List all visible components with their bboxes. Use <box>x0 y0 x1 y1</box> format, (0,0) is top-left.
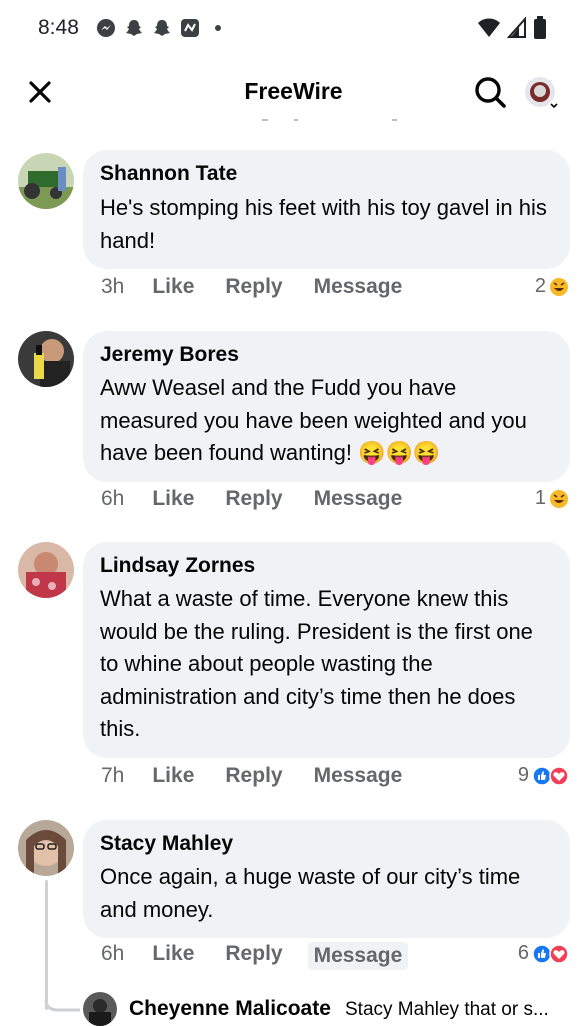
messenger-icon <box>97 19 115 37</box>
profile-avatar-icon[interactable] <box>522 74 560 112</box>
reply-button[interactable]: Reply <box>225 275 282 299</box>
reaction-count: 1 <box>534 487 546 509</box>
comment-bubble[interactable]: Stacy Mahley Once again, a huge waste of… <box>83 820 570 938</box>
like-button[interactable]: Like <box>152 942 194 970</box>
signal-icon <box>507 17 526 38</box>
status-bar: 8:48 <box>0 0 587 60</box>
reactions[interactable]: 6 <box>518 942 569 965</box>
like-button[interactable]: Like <box>152 275 194 299</box>
wifi-icon <box>478 18 500 37</box>
comment-actions: 6h Like Reply Message <box>101 942 439 970</box>
message-button[interactable]: Message <box>307 942 409 970</box>
battery-icon <box>534 16 546 39</box>
avatar[interactable] <box>18 331 74 387</box>
comment-actions: 7h Like Reply Message <box>101 764 433 788</box>
avatar[interactable] <box>18 153 74 209</box>
like-button[interactable]: Like <box>152 764 194 788</box>
reactions[interactable]: 2 <box>535 275 569 298</box>
message-button[interactable]: Message <box>314 487 403 511</box>
haha-reaction-icon <box>550 489 568 508</box>
message-button[interactable]: Message <box>314 275 403 299</box>
message-button[interactable]: Message <box>314 764 403 788</box>
comment-text: Aww Weasel and the Fudd you have measure… <box>100 375 527 465</box>
comment-time[interactable]: 6h <box>101 487 124 511</box>
snapchat-icon <box>126 20 142 36</box>
haha-reaction-icon <box>550 277 568 296</box>
header: FreeWire <box>0 60 587 124</box>
comment-time[interactable]: 3h <box>101 275 124 299</box>
love-reaction-icon <box>549 943 569 964</box>
scroll-fade-marks <box>262 119 397 121</box>
avatar[interactable] <box>18 542 74 598</box>
comment-text: What a waste of time. Everyone knew this… <box>100 586 533 741</box>
reply-snippet: Stacy Mahley that or s... <box>345 999 549 1020</box>
love-reaction-icon <box>549 765 569 786</box>
comment-text: He's stomping his feet with his toy gave… <box>100 195 547 253</box>
reply-preview[interactable]: Cheyenne Malicoate Stacy Mahley that or … <box>83 990 587 1026</box>
comment-time[interactable]: 6h <box>101 942 124 970</box>
reply-button[interactable]: Reply <box>225 942 282 970</box>
comment-actions: 6h Like Reply Message <box>101 487 433 511</box>
reaction-count: 2 <box>534 275 546 297</box>
reaction-count: 6 <box>517 942 529 964</box>
like-button[interactable]: Like <box>152 487 194 511</box>
reply-button[interactable]: Reply <box>225 487 282 511</box>
comment-author[interactable]: Jeremy Bores <box>100 342 554 368</box>
comment-bubble[interactable]: Shannon Tate He's stomping his feet with… <box>83 150 570 269</box>
comment-text: Once again, a huge waste of our city’s t… <box>100 864 521 922</box>
comment-author[interactable]: Lindsay Zornes <box>100 553 554 579</box>
app-notification-icon <box>181 19 199 37</box>
reactions[interactable]: 9 <box>518 764 569 787</box>
search-icon[interactable] <box>470 72 510 112</box>
comment-author[interactable]: Stacy Mahley <box>100 831 554 857</box>
reply-author[interactable]: Cheyenne Malicoate <box>129 997 331 1021</box>
comment-time[interactable]: 7h <box>101 764 124 788</box>
avatar[interactable] <box>18 820 74 876</box>
avatar[interactable] <box>83 992 117 1026</box>
comment-bubble[interactable]: Jeremy Bores Aww Weasel and the Fudd you… <box>83 331 570 482</box>
status-time: 8:48 <box>38 16 79 39</box>
reaction-count: 9 <box>517 764 529 786</box>
reply-connector <box>44 1000 80 1012</box>
reply-button[interactable]: Reply <box>225 764 282 788</box>
thread-line <box>45 880 48 1010</box>
comment-actions: 3h Like Reply Message <box>101 275 433 299</box>
comment-author[interactable]: Shannon Tate <box>100 161 554 187</box>
more-notifications-dot-icon <box>215 25 221 31</box>
reactions[interactable]: 1 <box>535 487 569 510</box>
comment-bubble[interactable]: Lindsay Zornes What a waste of time. Eve… <box>83 542 570 758</box>
snapchat-icon <box>154 20 170 36</box>
